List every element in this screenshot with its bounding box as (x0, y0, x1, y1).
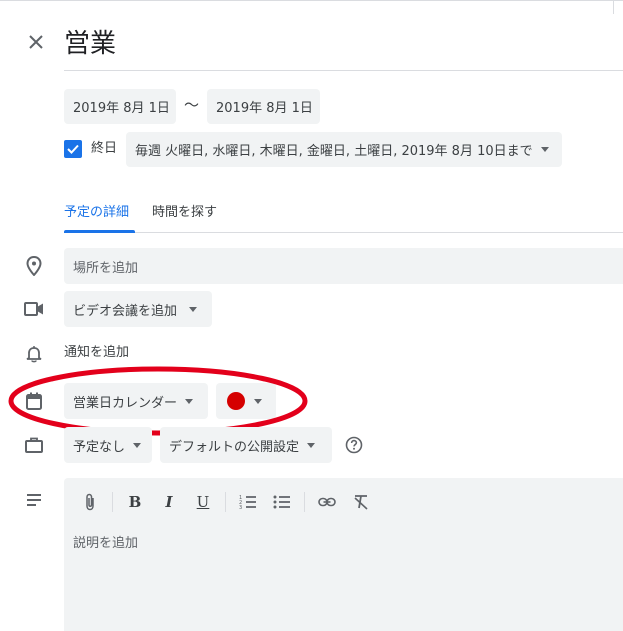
link-icon (318, 497, 336, 507)
description-icon (23, 489, 45, 511)
add-notification-link[interactable]: 通知を追加 (64, 344, 129, 362)
numbered-list-button[interactable]: 123 (236, 490, 260, 514)
visibility-value: デフォルトの公開設定 (169, 439, 300, 455)
toolbar-separator (225, 492, 226, 512)
visibility-dropdown[interactable]: デフォルトの公開設定 (160, 427, 332, 463)
recurrence-text: 毎週 火曜日, 水曜日, 木曜日, 金曜日, 土曜日, 2019年 8月 10日… (135, 144, 533, 159)
right-divider (613, 0, 614, 14)
event-title-input[interactable]: 営業 (64, 24, 623, 71)
formatting-toolbar: B I U 123 (64, 478, 623, 526)
tab-find-a-time[interactable]: 時間を探す (152, 204, 217, 222)
attachment-button[interactable] (78, 490, 102, 514)
toolbar-separator (304, 492, 305, 512)
top-divider (0, 0, 623, 1)
location-input[interactable]: 場所を追加 (64, 248, 623, 284)
chevron-down-icon (189, 306, 198, 312)
availability-dropdown[interactable]: 予定なし (64, 427, 152, 463)
close-icon (29, 35, 43, 49)
italic-button[interactable]: I (157, 490, 181, 514)
add-video-conference-button[interactable]: ビデオ会議を追加 (64, 291, 212, 327)
chevron-down-icon (133, 442, 142, 448)
help-button[interactable] (345, 436, 363, 454)
briefcase-icon (23, 434, 45, 456)
location-placeholder: 場所を追加 (73, 260, 139, 276)
all-day-checkbox[interactable] (64, 140, 82, 158)
clear-formatting-button[interactable] (349, 490, 373, 514)
recurrence-dropdown[interactable]: 毎週 火曜日, 水曜日, 木曜日, 金曜日, 土曜日, 2019年 8月 10日… (126, 132, 562, 167)
checkmark-icon (67, 144, 79, 154)
start-date-button[interactable]: 2019年 8月 1日 (64, 89, 176, 124)
insert-link-button[interactable] (315, 490, 339, 514)
video-conference-label: ビデオ会議を追加 (73, 303, 178, 319)
date-separator: 〜 (184, 96, 200, 114)
all-day-label: 終日 (91, 141, 118, 156)
toolbar-separator (112, 492, 113, 512)
bold-button[interactable]: B (123, 490, 147, 514)
description-placeholder: 説明を追加 (73, 536, 139, 551)
location-pin-icon (23, 255, 45, 277)
video-camera-icon (23, 298, 45, 320)
tab-divider (64, 232, 623, 233)
end-date-button[interactable]: 2019年 8月 1日 (207, 89, 320, 124)
end-date-text: 2019年 8月 1日 (216, 101, 313, 116)
clear-formatting-icon (354, 495, 368, 510)
chevron-down-icon (307, 442, 316, 448)
svg-text:3: 3 (239, 505, 242, 510)
chevron-down-icon (540, 147, 549, 152)
tab-event-details[interactable]: 予定の詳細 (64, 204, 129, 222)
active-tab-indicator (64, 230, 135, 233)
help-icon (345, 436, 363, 454)
paperclip-icon (86, 493, 94, 511)
close-button[interactable] (22, 28, 50, 56)
bulleted-list-button[interactable] (270, 490, 294, 514)
start-date-text: 2019年 8月 1日 (73, 101, 170, 116)
underline-button[interactable]: U (191, 490, 215, 514)
numbered-list-icon: 123 (239, 495, 256, 510)
description-editor[interactable]: B I U 123 説明を追加 (64, 478, 623, 631)
bulleted-list-icon (273, 495, 290, 509)
availability-value: 予定なし (73, 439, 126, 455)
